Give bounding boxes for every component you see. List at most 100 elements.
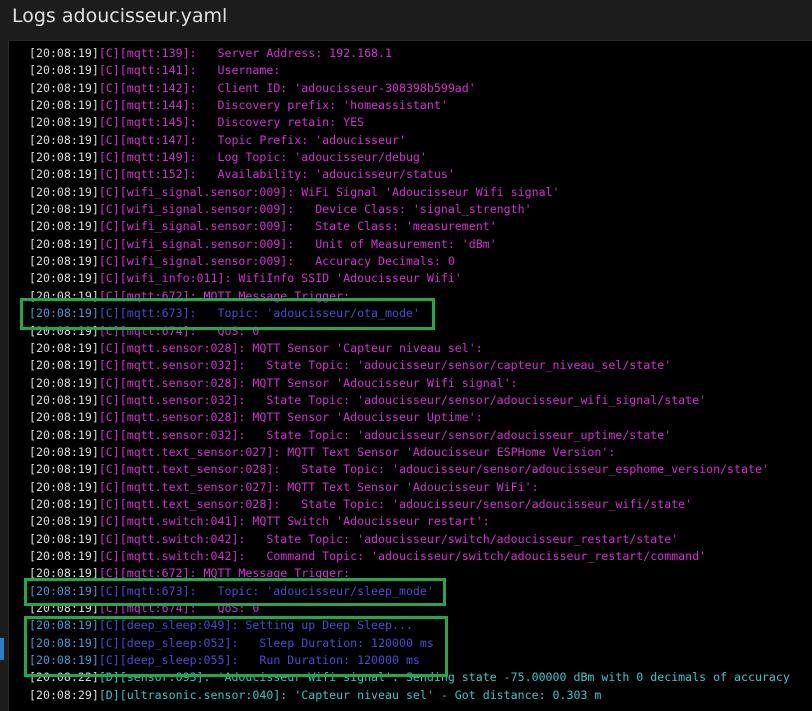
log-level: [D]: [98, 687, 120, 702]
log-message: [mqtt:145]: Discovery retain: YES: [119, 115, 365, 130]
log-timestamp: [20:08:19]: [29, 618, 99, 633]
log-timestamp: [20:08:19]: [29, 167, 99, 182]
log-message: [deep_sleep:049]: Setting up Deep Sleep.…: [119, 618, 413, 633]
log-message: [mqtt.switch:042]: Command Topic: 'adouc…: [119, 548, 707, 563]
log-timestamp: [20:08:19]: [29, 254, 99, 269]
log-level: [C]: [98, 358, 120, 373]
log-message: [mqtt.text_sensor:027]: MQTT Text Sensor…: [119, 444, 616, 459]
log-level: [C]: [98, 288, 120, 303]
log-level: [C]: [98, 271, 120, 286]
log-timestamp: [20:08:19]: [29, 410, 99, 425]
log-line: [20:08:19][C][wifi_signal.sensor:009]: S…: [29, 218, 790, 235]
log-line: [20:08:19][C][mqtt.sensor:028]: MQTT Sen…: [29, 340, 790, 357]
log-level: [C]: [98, 132, 120, 147]
log-message: [mqtt.sensor:028]: MQTT Sensor 'Adouciss…: [119, 375, 518, 390]
log-message: [mqtt:149]: Log Topic: 'adoucisseur/debu…: [119, 150, 427, 165]
log-timestamp: [20:08:19]: [29, 479, 99, 494]
log-message: [mqtt.text_sensor:028]: State Topic: 'ad…: [119, 462, 769, 477]
log-line: [20:08:19][C][mqtt:141]: Username:: [29, 62, 790, 79]
log-timestamp: [20:08:19]: [29, 496, 99, 511]
log-line: [20:08:19][C][mqtt.text_sensor:028]: Sta…: [29, 461, 790, 478]
log-level: [C]: [98, 202, 120, 217]
log-level: [C]: [98, 184, 120, 199]
log-timestamp: [20:08:19]: [29, 202, 99, 217]
log-line: [20:08:19][C][mqtt:145]: Discovery retai…: [29, 114, 790, 131]
log-message: [wifi_signal.sensor:009]: WiFi Signal 'A…: [119, 184, 560, 199]
log-line: [20:08:19][C][wifi_signal.sensor:009]: D…: [29, 201, 790, 218]
log-timestamp: [20:08:19]: [29, 635, 99, 650]
log-line: [20:08:19][C][mqtt.sensor:032]: State To…: [29, 427, 790, 444]
log-line: [20:08:19][C][mqtt.text_sensor:028]: Sta…: [29, 496, 790, 513]
log-message: [mqtt.switch:042]: State Topic: 'adoucis…: [119, 531, 679, 546]
log-level: [C]: [98, 375, 120, 390]
log-output-pane[interactable]: [20:08:19][C][mqtt:139]: Server Address:…: [8, 40, 812, 711]
log-message: [mqtt:673]: Topic: 'adoucisseur/sleep_mo…: [119, 583, 434, 598]
log-message: [wifi_signal.sensor:009]: Accuracy Decim…: [119, 254, 455, 269]
log-level: [C]: [98, 115, 120, 130]
log-timestamp: [20:08:19]: [29, 531, 99, 546]
log-line: [20:08:19][C][mqtt.text_sensor:027]: MQT…: [29, 444, 790, 461]
log-timestamp: [20:08:19]: [29, 601, 99, 615]
log-line: [20:08:19][C][mqtt:149]: Log Topic: 'ado…: [29, 149, 790, 166]
log-timestamp: [20:08:19]: [29, 583, 99, 598]
log-line: [20:08:19][C][mqtt:147]: Topic Prefix: '…: [29, 132, 790, 149]
log-level: [C]: [98, 410, 120, 425]
log-message: [wifi_signal.sensor:009]: State Class: '…: [119, 219, 497, 234]
log-level: [C]: [98, 566, 120, 581]
log-message: [sensor:093]: 'Adoucisseur Wifi signal':…: [119, 670, 790, 685]
log-level: [C]: [98, 150, 120, 165]
log-level: [C]: [98, 323, 120, 338]
log-line: [20:08:19][C][wifi_info:011]: WifiInfo S…: [29, 270, 790, 287]
log-line: [20:08:19][C][deep_sleep:055]: Run Durat…: [29, 652, 790, 669]
log-timestamp: [20:08:19]: [29, 566, 99, 581]
log-message: [deep_sleep:052]: Sleep Duration: 120000…: [119, 635, 434, 650]
log-level: [C]: [98, 479, 120, 494]
log-level: [C]: [98, 392, 120, 407]
log-level: [D]: [98, 670, 120, 685]
log-line: [20:08:19][C][wifi_signal.sensor:009]: U…: [29, 236, 790, 253]
log-level: [C]: [98, 583, 120, 598]
log-message: [wifi_signal.sensor:009]: Unit of Measur…: [119, 236, 497, 251]
scroll-marker: [0, 638, 4, 660]
log-timestamp: [20:08:19]: [29, 427, 99, 442]
log-message: [mqtt:674]: QoS: 0: [119, 601, 260, 615]
log-timestamp: [20:08:19]: [29, 392, 99, 407]
log-line: [20:08:19][C][mqtt:673]: Topic: 'adoucis…: [29, 305, 790, 322]
log-line: [20:08:19][C][mqtt.text_sensor:027]: MQT…: [29, 479, 790, 496]
log-line: [20:08:19][C][mqtt.sensor:028]: MQTT Sen…: [29, 409, 790, 426]
log-timestamp: [20:08:19]: [29, 653, 99, 668]
log-line: [20:08:19][C][mqtt:673]: Topic: 'adoucis…: [29, 583, 790, 600]
log-line: [20:08:19][C][deep_sleep:052]: Sleep Dur…: [29, 635, 790, 652]
log-level: [C]: [98, 462, 120, 477]
log-line: [20:08:19][C][mqtt:672]: MQTT Message Tr…: [29, 565, 790, 582]
log-line: [20:08:19][C][mqtt:674]: QoS: 0: [29, 600, 790, 617]
log-message: [mqtt:144]: Discovery prefix: 'homeassis…: [119, 98, 448, 113]
log-timestamp: [20:08:19]: [29, 375, 99, 390]
log-message: [mqtt.switch:041]: MQTT Switch 'Adouciss…: [119, 514, 490, 529]
log-timestamp: [20:08:19]: [29, 98, 99, 113]
log-level: [C]: [98, 340, 120, 355]
log-timestamp: [20:08:19]: [29, 340, 99, 355]
log-line: [20:08:19][C][mqtt:672]: MQTT Message Tr…: [29, 288, 790, 305]
log-level: [C]: [98, 219, 120, 234]
log-line: [20:08:19][C][wifi_signal.sensor:009]: W…: [29, 184, 790, 201]
log-timestamp: [20:08:19]: [29, 358, 99, 373]
log-timestamp: [20:08:19]: [29, 271, 99, 286]
log-level: [C]: [98, 98, 120, 113]
log-message: [mqtt.sensor:028]: MQTT Sensor 'Adouciss…: [119, 410, 483, 425]
window-title: Logs adoucisseur.yaml: [12, 5, 228, 27]
log-timestamp: [20:08:19]: [29, 236, 99, 251]
title-bar: Logs adoucisseur.yaml: [0, 0, 812, 38]
log-message: [ultrasonic.sensor:040]: 'Capteur niveau…: [119, 687, 602, 702]
log-level: [C]: [98, 167, 120, 182]
log-line: [20:08:19][C][mqtt:142]: Client ID: 'ado…: [29, 80, 790, 97]
log-timestamp: [20:08:19]: [29, 462, 99, 477]
log-message: [mqtt:141]: Username:: [119, 63, 281, 78]
log-level: [C]: [98, 618, 120, 633]
log-message: [wifi_signal.sensor:009]: Device Class: …: [119, 202, 532, 217]
log-message: [mqtt.text_sensor:028]: State Topic: 'ad…: [119, 496, 693, 511]
log-level: [C]: [98, 496, 120, 511]
log-message: [mqtt.sensor:032]: State Topic: 'adoucis…: [119, 427, 672, 442]
log-lines: [20:08:19][C][mqtt:139]: Server Address:…: [29, 45, 790, 704]
log-message: [mqtt:674]: QoS: 0: [119, 323, 260, 338]
